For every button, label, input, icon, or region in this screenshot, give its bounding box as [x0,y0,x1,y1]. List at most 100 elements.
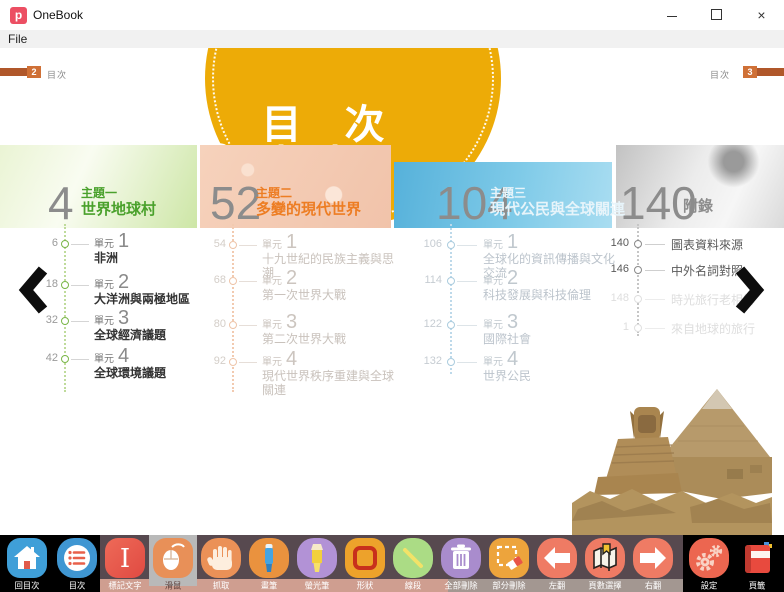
item-dot [447,277,455,285]
theme2-page[interactable]: 52 [210,180,261,226]
unit-word: 單元 [262,276,282,287]
unit-word: 單元 [94,239,114,250]
text-cursor-icon: I [105,538,145,578]
item-connector [239,245,257,246]
item-page: 122 [414,318,442,330]
item-page: 140 [601,237,629,249]
unit-number: 2 [118,271,129,293]
tool-label: 線段 [391,580,435,592]
item-dot [61,240,69,248]
bookmark-icon [737,538,777,578]
tool-page-select[interactable]: 頁數選擇 [581,538,629,592]
minimize-icon [667,16,677,17]
close-icon: × [757,7,765,23]
item-connector [239,281,257,282]
left-page-number: 2 [27,66,41,78]
theme2-header[interactable]: 主題二 多變的現代世界 [256,187,361,218]
theme2-guide-line [232,224,234,392]
item-connector [71,359,89,360]
theme1-name: 世界地球村 [81,201,156,218]
unit-number: 2 [507,267,518,289]
tool-label: 螢光筆 [295,580,339,592]
tool-label: 抓取 [199,580,243,592]
onebook-window: p OneBook × File 2 目次 目次 3 目 次 Contents … [0,0,784,592]
menu-bar: File [0,30,784,49]
unit-number: 1 [286,231,297,253]
item-dot [229,241,237,249]
item-title: 中外名詞對照 [671,264,784,278]
tool-label: 左翻 [535,580,579,592]
item-page: 68 [198,274,226,286]
unit-word: 單元 [483,276,503,287]
item-page: 114 [414,274,442,286]
item-title: 非洲 [94,251,228,265]
unit-word: 單元 [262,357,282,368]
item-page: 106 [414,238,442,250]
tool-delete-partial[interactable]: 部分刪除 [485,538,533,592]
tool-mouse[interactable]: 滑鼠 [149,538,197,592]
tool-page-tabs[interactable]: 頁籤 [733,538,781,592]
tool-delete-all[interactable]: 全部刪除 [437,538,485,592]
prev-page-arrow[interactable] [18,264,50,321]
trash-icon [441,538,481,578]
item-connector [457,362,477,363]
tool-settings[interactable]: 設定 [685,538,733,592]
tool-flip-left[interactable]: 左翻 [533,538,581,592]
appendix-header[interactable]: 附錄 [683,198,713,215]
item-title: 全球環境議題 [94,366,228,380]
svg-text:I: I [120,544,130,574]
unit-word: 單元 [262,320,282,331]
theme1-header[interactable]: 主題一 世界地球村 [81,187,156,218]
item-connector [71,285,89,286]
tool-line[interactable]: 線段 [389,538,437,592]
item-dot [634,266,642,274]
tool-flip-right[interactable]: 右翻 [629,538,677,592]
tool-toc[interactable]: 目次 [53,538,101,592]
item-connector [457,325,477,326]
minimize-button[interactable] [649,0,694,30]
tool-back-to-toc[interactable]: 回目次 [3,538,51,592]
tool-label: 標記文字 [103,580,147,592]
tool-grab[interactable]: 抓取 [197,538,245,592]
item-title: 來自地球的旅行 [671,322,784,336]
tool-shape[interactable]: 形狀 [341,538,389,592]
tool-highlighter[interactable]: 螢光筆 [293,538,341,592]
sphinx-pyramid-image [572,381,772,535]
home-icon [7,538,47,578]
right-page-label: 目次 [710,68,730,81]
tool-label: 右翻 [631,580,675,592]
unit-word: 單元 [94,316,114,327]
item-connector [645,299,665,300]
item-title: 圖表資料來源 [671,238,784,252]
gear-icon [689,538,729,578]
highlighter-icon [297,538,337,578]
close-button[interactable]: × [739,0,784,30]
theme2-name: 多變的現代世界 [256,201,361,218]
next-page-arrow[interactable] [733,264,765,321]
item-connector [457,281,477,282]
tool-mark-text[interactable]: I 標記文字 [101,538,149,592]
tool-label: 滑鼠 [151,580,195,592]
unit-word: 單元 [483,357,503,368]
item-dot [634,324,642,332]
tool-label: 頁籤 [735,580,779,592]
item-title: 國際社會 [483,332,617,346]
maximize-button[interactable] [694,0,739,30]
unit-word: 單元 [94,354,114,365]
theme1-guide-line [64,224,66,392]
item-dot [229,358,237,366]
item-connector [457,245,477,246]
menu-file[interactable]: File [8,32,27,46]
tool-label: 回目次 [5,580,49,592]
unit-number: 3 [118,307,129,329]
toc-list-icon [57,538,97,578]
tool-pen[interactable]: 畫筆 [245,538,293,592]
unit-number: 4 [286,348,297,370]
theme3-header[interactable]: 主題三 現代公民與全球關連 [490,187,625,218]
item-page: 54 [198,238,226,250]
item-connector [71,321,89,322]
item-title: 現代世界秩序重建與全球關連 [262,369,396,397]
theme1-page[interactable]: 4 [48,180,74,226]
theme3-label: 主題三 [490,187,625,201]
tool-label: 畫筆 [247,580,291,592]
